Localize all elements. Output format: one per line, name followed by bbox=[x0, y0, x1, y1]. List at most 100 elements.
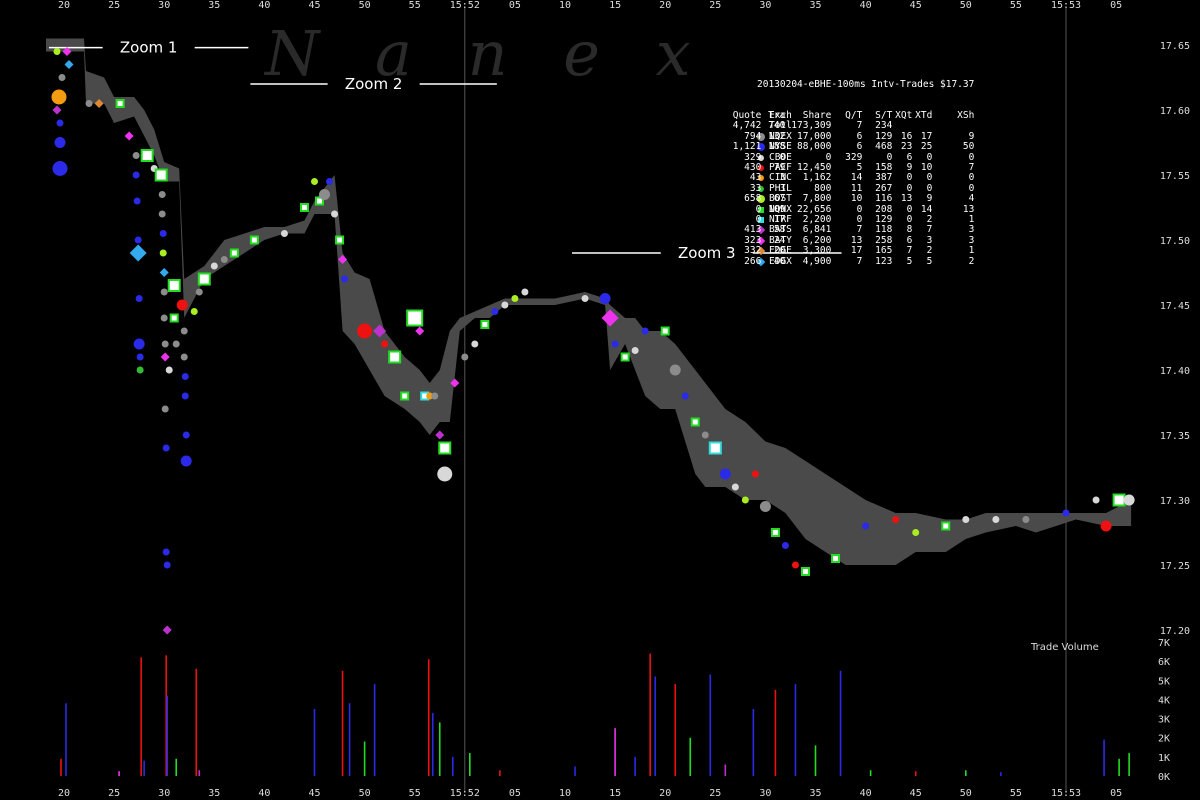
trade-marker bbox=[501, 301, 509, 309]
trade-marker bbox=[158, 210, 166, 218]
legend-cell: 7 bbox=[906, 245, 913, 257]
time-tick-label: 05 bbox=[1110, 0, 1122, 11]
time-tick-label: 25 bbox=[709, 788, 721, 799]
legend-row: BOST 658 67 7,800 10 116 13 9 4 bbox=[744, 193, 974, 205]
trade-marker bbox=[162, 444, 170, 452]
trade-marker bbox=[341, 275, 349, 283]
trade-marker bbox=[992, 516, 1000, 523]
time-tick-label: 25 bbox=[108, 0, 120, 11]
trade-marker bbox=[249, 235, 259, 245]
trade-marker bbox=[180, 327, 188, 335]
trade-marker bbox=[719, 468, 731, 480]
trade-marker bbox=[335, 235, 345, 245]
time-tick-label: 55 bbox=[409, 0, 421, 11]
zoom-label: Zoom 2 bbox=[345, 75, 403, 93]
time-tick-label: 10 bbox=[559, 0, 571, 11]
trade-marker bbox=[162, 548, 170, 556]
time-tick-label: 30 bbox=[759, 0, 771, 11]
trade-marker bbox=[759, 501, 771, 512]
legend-cell: 123 bbox=[875, 255, 893, 267]
trade-marker bbox=[53, 48, 61, 55]
trade-marker bbox=[1092, 496, 1100, 504]
trade-marker bbox=[781, 542, 789, 549]
trade-marker bbox=[135, 295, 143, 302]
trade-marker bbox=[326, 178, 334, 185]
time-tick-label: 55 bbox=[1010, 788, 1022, 799]
legend-cell: XSh bbox=[957, 110, 975, 122]
trade-marker bbox=[182, 431, 190, 439]
legend-cell: 10 bbox=[850, 193, 863, 205]
volume-tick-label: 5K bbox=[1158, 676, 1170, 687]
trade-marker bbox=[912, 529, 920, 536]
legend-cell: XTd bbox=[915, 110, 933, 122]
trade-marker bbox=[220, 256, 228, 263]
trade-marker bbox=[210, 262, 218, 270]
legend-cell: 67 bbox=[773, 193, 786, 205]
trade-marker bbox=[132, 152, 140, 159]
trade-marker bbox=[461, 353, 469, 361]
trade-marker bbox=[54, 137, 66, 148]
trade-marker bbox=[169, 313, 179, 323]
exchange-legend: 20130204-eBHE-100ms Intv-Trades $17.37 E… bbox=[733, 59, 975, 277]
trade-marker bbox=[167, 279, 181, 292]
trade-marker bbox=[181, 373, 189, 380]
trade-marker bbox=[133, 197, 141, 205]
time-tick-label: 35 bbox=[809, 0, 821, 11]
time-tick-label: 15:53 bbox=[1051, 788, 1081, 799]
trade-marker bbox=[381, 340, 389, 348]
legend-row: EDGE 332 20 3,300 17 165 7 2 1 bbox=[744, 245, 975, 257]
trade-marker bbox=[1062, 509, 1070, 517]
trade-marker bbox=[229, 248, 239, 258]
legend-cell: 2 bbox=[968, 255, 975, 267]
time-tick-label: 50 bbox=[359, 0, 371, 11]
trade-marker bbox=[1112, 493, 1126, 507]
time-tick-label: 35 bbox=[809, 788, 821, 799]
trade-marker bbox=[160, 288, 168, 296]
trade-marker bbox=[161, 405, 169, 413]
trade-marker bbox=[134, 236, 142, 244]
trade-marker bbox=[159, 268, 169, 277]
trade-marker bbox=[581, 295, 589, 302]
trade-marker bbox=[438, 441, 452, 455]
trade-marker bbox=[480, 320, 490, 329]
time-tick-label: 20 bbox=[58, 0, 70, 11]
trade-marker bbox=[491, 308, 499, 315]
time-tick-label: 05 bbox=[509, 788, 521, 799]
time-tick-label: 35 bbox=[208, 788, 220, 799]
trade-marker bbox=[136, 366, 144, 374]
legend-cell: 9 bbox=[926, 193, 933, 205]
price-tick-label: 17.20 bbox=[1160, 626, 1190, 637]
price-tick-label: 17.65 bbox=[1160, 41, 1190, 52]
trade-marker bbox=[162, 625, 172, 635]
price-axis: 17.20 17.25 17.30 17.35 17.40 17.45 17.50 17.55… bbox=[1160, 41, 1190, 637]
time-tick-label: 05 bbox=[1110, 788, 1122, 799]
legend-cell: 2 bbox=[926, 245, 933, 257]
trade-marker bbox=[85, 100, 93, 107]
watermark-text: N a n e x bbox=[263, 17, 709, 90]
trade-marker bbox=[1100, 520, 1112, 532]
price-tick-label: 17.60 bbox=[1160, 106, 1190, 117]
legend-cell: 5 bbox=[906, 255, 913, 267]
trade-marker bbox=[311, 178, 318, 185]
time-tick-label: 40 bbox=[258, 0, 270, 11]
trade-marker bbox=[521, 288, 529, 296]
price-volume-chart: N a n e x Zoom 1Zoom 2Zoom 3 17.2017.251… bbox=[46, 0, 1190, 799]
trade-marker bbox=[159, 230, 167, 237]
trade-marker bbox=[731, 483, 739, 491]
trade-marker bbox=[158, 191, 166, 198]
time-tick-label: 30 bbox=[759, 788, 771, 799]
trade-marker bbox=[190, 308, 198, 315]
trade-marker bbox=[669, 364, 681, 376]
trade-marker bbox=[1022, 516, 1030, 523]
time-tick-label: 50 bbox=[960, 0, 972, 11]
time-tick-label: 55 bbox=[409, 788, 421, 799]
price-tick-label: 17.35 bbox=[1160, 431, 1190, 442]
trade-marker bbox=[770, 528, 780, 537]
trade-marker bbox=[58, 74, 66, 81]
legend-cell: 17 bbox=[850, 245, 863, 257]
legend-row: EDGX 266 40 4,900 7 123 5 5 2 bbox=[744, 255, 975, 267]
legend-cell: 1 bbox=[968, 245, 975, 257]
trade-marker bbox=[962, 516, 970, 523]
time-tick-label: 15:52 bbox=[450, 0, 480, 11]
legend-cell: 40 bbox=[773, 255, 786, 267]
